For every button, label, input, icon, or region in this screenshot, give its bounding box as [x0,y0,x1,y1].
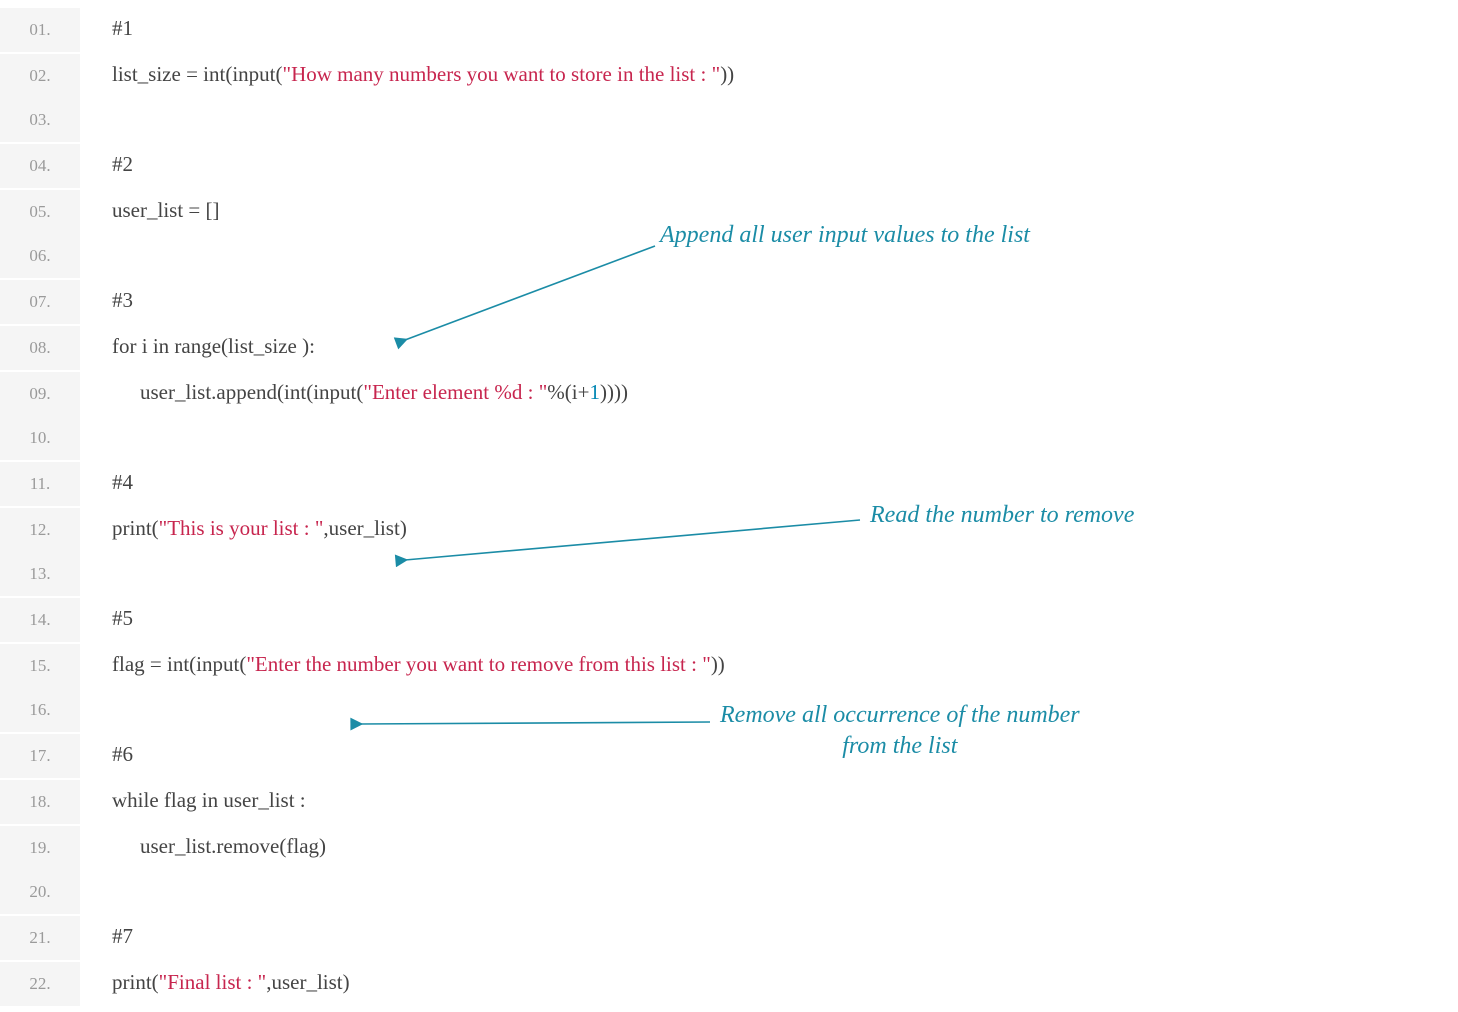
code-line: 07. #3 [0,278,1458,324]
line-number: 11. [0,462,80,506]
line-number: 15. [0,644,80,688]
code-token: #1 [112,16,133,40]
string-token: "Enter the number you want to remove fro… [246,652,710,676]
code-content: while flag in user_list : [80,778,306,822]
code-token: #4 [112,470,133,494]
code-token: list_size = int(input( [112,62,283,86]
code-line: 19. user_list.remove(flag) [0,824,1458,870]
line-number: 16. [0,688,80,732]
line-number: 14. [0,598,80,642]
string-token: "Enter element %d : " [363,380,547,404]
code-content: user_list.remove(flag) [80,824,326,868]
code-token: #3 [112,288,133,312]
code-line: 16. [0,688,1458,732]
code-line: 22.print("Final list : ",user_list) [0,960,1458,1006]
line-number: 21. [0,916,80,960]
line-number: 02. [0,54,80,98]
code-token: #2 [112,152,133,176]
line-number: 06. [0,234,80,278]
line-number: 05. [0,190,80,234]
code-content: list_size = int(input("How many numbers … [80,52,734,96]
code-token: #6 [112,742,133,766]
line-number: 04. [0,144,80,188]
code-line: 02.list_size = int(input("How many numbe… [0,52,1458,98]
line-number: 17. [0,734,80,778]
code-token: )))) [600,380,628,404]
code-content: #6 [80,732,133,776]
code-token: user_list.append(int(input( [140,380,363,404]
code-content: #1 [80,6,133,50]
code-token: flag = int(input( [112,652,246,676]
code-content: print("This is your list : ",user_list) [80,506,407,550]
code-token: print( [112,516,159,540]
line-number: 09. [0,372,80,416]
code-line: 14. #5 [0,596,1458,642]
line-number: 08. [0,326,80,370]
line-number: 22. [0,962,80,1006]
line-number: 07. [0,280,80,324]
line-number: 10. [0,416,80,460]
code-content: user_list = [] [80,188,220,232]
line-number: 12. [0,508,80,552]
code-line: 03. [0,98,1458,142]
code-line: 08. for i in range(list_size ): [0,324,1458,370]
code-content: #7 [80,914,133,958]
code-line: 21. #7 [0,914,1458,960]
string-token: "This is your list : " [159,516,324,540]
code-token: for i in range(list_size ): [112,334,315,358]
code-content: for i in range(list_size ): [80,324,315,368]
code-line: 10. [0,416,1458,460]
code-content: #3 [80,278,133,322]
code-line: 11. #4 [0,460,1458,506]
code-content: flag = int(input("Enter the number you w… [80,642,725,686]
code-content: user_list.append(int(input("Enter elemen… [80,370,628,414]
code-token: user_list.remove(flag) [140,834,326,858]
code-token: )) [720,62,734,86]
code-line: 01. #1 [0,6,1458,52]
code-line: 13. [0,552,1458,596]
code-line: 12.print("This is your list : ",user_lis… [0,506,1458,552]
line-number: 13. [0,552,80,596]
code-token: #5 [112,606,133,630]
line-number: 01. [0,8,80,52]
code-line: 06. [0,234,1458,278]
code-line: 09.user_list.append(int(input("Enter ele… [0,370,1458,416]
code-token: while flag in user_list : [112,788,306,812]
string-token: "How many numbers you want to store in t… [283,62,721,86]
code-line: 20. [0,870,1458,914]
code-token: ,user_list) [323,516,406,540]
code-content: #5 [80,596,133,640]
code-token: )) [711,652,725,676]
line-number: 20. [0,870,80,914]
code-line: 05. user_list = [] [0,188,1458,234]
code-token: user_list = [] [112,198,220,222]
line-number: 03. [0,98,80,142]
code-line: 04. #2 [0,142,1458,188]
code-token: #7 [112,924,133,948]
line-number: 19. [0,826,80,870]
code-line: 18. while flag in user_list : [0,778,1458,824]
code-line: 17. #6 [0,732,1458,778]
number-token: 1 [589,380,600,404]
code-content: #2 [80,142,133,186]
code-content: print("Final list : ",user_list) [80,960,350,1004]
code-block: 01.#102.list_size = int(input("How many … [0,0,1458,1012]
code-content: #4 [80,460,133,504]
code-line: 15.flag = int(input("Enter the number yo… [0,642,1458,688]
code-token: %(i+ [547,380,589,404]
line-number: 18. [0,780,80,824]
